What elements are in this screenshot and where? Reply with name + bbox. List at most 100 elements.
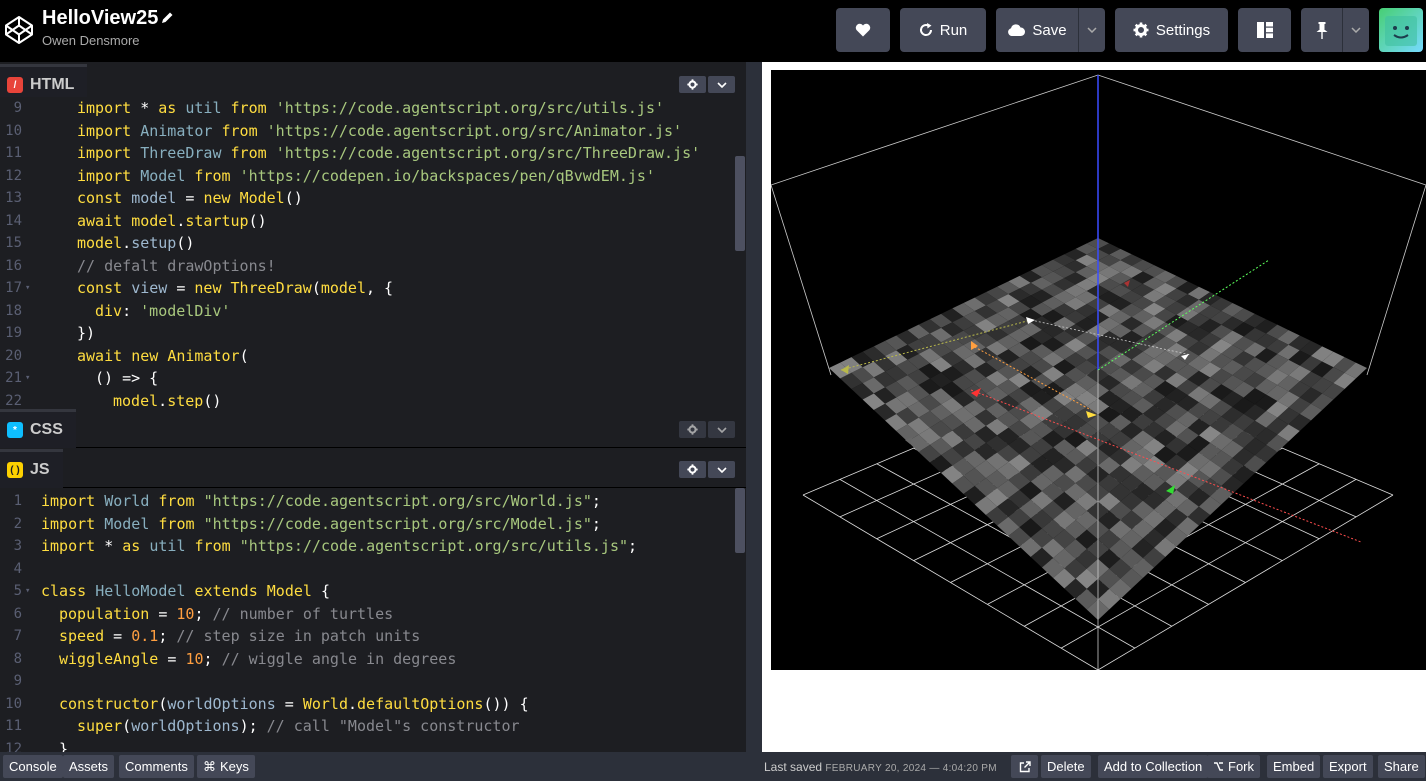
change-view-button[interactable] bbox=[1238, 8, 1291, 52]
js-editor-scrollbar[interactable] bbox=[735, 488, 745, 553]
three-d-model-canvas[interactable] bbox=[770, 70, 1426, 671]
fork-button[interactable]: Fork bbox=[1207, 755, 1260, 778]
edit-title-icon[interactable] bbox=[160, 11, 174, 25]
code-line[interactable]: 7 speed = 0.1; // step size in patch unit… bbox=[0, 625, 746, 648]
code-line[interactable]: 1 import World from "https://code.agentsc… bbox=[0, 490, 746, 513]
save-label: Save bbox=[1032, 21, 1067, 39]
run-button[interactable]: Run bbox=[900, 8, 986, 52]
code-token: // call "Model"s constructor bbox=[266, 717, 520, 735]
html-tab-label: HTML bbox=[30, 76, 75, 93]
code-text: import Model from 'https://codepen.io/ba… bbox=[77, 165, 655, 188]
export-button[interactable]: Export bbox=[1323, 755, 1373, 778]
code-line[interactable]: 12 import Model from 'https://codepen.io/… bbox=[0, 165, 746, 188]
user-avatar[interactable] bbox=[1379, 8, 1423, 52]
code-token: 10 bbox=[185, 649, 204, 668]
code-line[interactable]: 3 import * as util from "https://code.age… bbox=[0, 535, 746, 558]
code-line[interactable]: 19}) bbox=[0, 322, 746, 345]
keys-button[interactable]: ⌘ Keys bbox=[197, 755, 255, 778]
pen-author[interactable]: Owen Densmore bbox=[42, 33, 140, 48]
code-token: speed bbox=[59, 627, 105, 645]
code-line[interactable]: 22 model.step() bbox=[0, 390, 746, 409]
code-token: = bbox=[149, 604, 177, 623]
code-line[interactable]: 4 bbox=[0, 558, 746, 581]
code-line[interactable]: 9 bbox=[0, 670, 746, 693]
settings-label: Settings bbox=[1155, 21, 1211, 39]
css-tab[interactable]: * CSS bbox=[0, 409, 76, 448]
codepen-logo-icon[interactable] bbox=[3, 14, 35, 46]
css-settings-button[interactable] bbox=[679, 421, 706, 438]
fold-toggle-icon[interactable]: ▾ bbox=[25, 580, 30, 603]
code-line[interactable]: 11 import ThreeDraw from 'https://code.ag… bbox=[0, 142, 746, 165]
code-line[interactable]: 18 div: 'modelDiv' bbox=[0, 300, 746, 323]
layout-icon bbox=[1256, 22, 1273, 38]
code-token: ; bbox=[158, 627, 177, 645]
code-line[interactable]: 12} bbox=[0, 738, 746, 753]
html-editor-scrollbar[interactable] bbox=[735, 156, 745, 251]
code-line[interactable]: 13 const model = new Model() bbox=[0, 187, 746, 210]
code-line[interactable]: 16 // defalt drawOptions! bbox=[0, 255, 746, 278]
add-to-collection-button[interactable]: Add to Collection bbox=[1098, 755, 1209, 778]
save-button[interactable]: Save bbox=[996, 8, 1078, 52]
code-line[interactable]: 5 ▾ class HelloModel extends Model { bbox=[0, 580, 746, 603]
code-text: import Model from "https://code.agentscr… bbox=[41, 513, 601, 536]
editor-preview-resizer[interactable] bbox=[746, 62, 762, 752]
code-token: { bbox=[311, 582, 330, 600]
code-line[interactable]: 14 await model.startup() bbox=[0, 210, 746, 233]
code-token: model bbox=[131, 189, 177, 207]
preview-pane[interactable] bbox=[762, 62, 1426, 752]
open-in-new-window-button[interactable] bbox=[1011, 755, 1038, 778]
pin-button[interactable] bbox=[1301, 8, 1342, 52]
html-collapse-button[interactable] bbox=[708, 76, 735, 93]
code-line[interactable]: 8 wiggleAngle = 10; // wiggle angle in de… bbox=[0, 648, 746, 671]
code-line[interactable]: 10 import Animator from 'https://code.age… bbox=[0, 120, 746, 143]
share-button[interactable]: Share bbox=[1378, 755, 1425, 778]
console-label: Console bbox=[9, 759, 57, 774]
html-settings-button[interactable] bbox=[679, 76, 706, 93]
js-code-editor[interactable]: 1 import World from "https://code.agentsc… bbox=[0, 490, 746, 752]
code-text: const model = new Model() bbox=[77, 187, 303, 210]
fold-toggle-icon[interactable]: ▾ bbox=[25, 277, 30, 300]
delete-button[interactable]: Delete bbox=[1041, 755, 1091, 778]
js-collapse-button[interactable] bbox=[708, 461, 735, 478]
code-text: const view = new ThreeDraw(model, { bbox=[77, 277, 393, 300]
code-token: from bbox=[194, 166, 231, 185]
code-line[interactable]: 6 population = 10; // number of turtles bbox=[0, 603, 746, 626]
console-button[interactable]: Console bbox=[3, 755, 63, 778]
css-collapse-button[interactable] bbox=[708, 421, 735, 438]
embed-button[interactable]: Embed bbox=[1267, 755, 1321, 778]
html-code-editor[interactable]: 9 import * as util from 'https://code.age… bbox=[0, 97, 746, 408]
code-line[interactable]: 17 ▾ const view = new ThreeDraw(model, { bbox=[0, 277, 746, 300]
settings-button[interactable]: Settings bbox=[1115, 8, 1228, 52]
pen-title[interactable]: HelloView25 bbox=[42, 7, 158, 30]
code-line[interactable]: 21 ▾ () => { bbox=[0, 367, 746, 390]
gear-icon bbox=[687, 464, 698, 475]
code-line[interactable]: 2 import Model from "https://code.agentsc… bbox=[0, 513, 746, 536]
code-token: new bbox=[194, 279, 222, 297]
pin-options-button[interactable] bbox=[1342, 8, 1369, 52]
code-token: () bbox=[203, 391, 222, 409]
footer-bar: Console Assets Comments ⌘ Keys Last saved… bbox=[0, 752, 1426, 781]
code-token: }) bbox=[77, 324, 96, 342]
code-line[interactable]: 15 model.setup() bbox=[0, 232, 746, 255]
code-line[interactable]: 11 super(worldOptions); // call "Model"s … bbox=[0, 715, 746, 738]
js-settings-button[interactable] bbox=[679, 461, 706, 478]
assets-button[interactable]: Assets bbox=[63, 755, 115, 778]
js-tab[interactable]: ( ) JS bbox=[0, 449, 63, 488]
fold-toggle-icon[interactable]: ▾ bbox=[25, 367, 30, 390]
code-line[interactable]: 20 await new Animator( bbox=[0, 345, 746, 368]
love-button[interactable] bbox=[836, 8, 890, 52]
code-line[interactable]: 10 constructor(worldOptions = World.defau… bbox=[0, 693, 746, 716]
save-options-button[interactable] bbox=[1078, 8, 1105, 52]
code-line[interactable]: 9 import * as util from 'https://code.age… bbox=[0, 97, 746, 120]
code-token: util bbox=[185, 99, 222, 117]
comments-button[interactable]: Comments bbox=[119, 755, 194, 778]
code-token: // defalt drawOptions! bbox=[77, 256, 276, 275]
